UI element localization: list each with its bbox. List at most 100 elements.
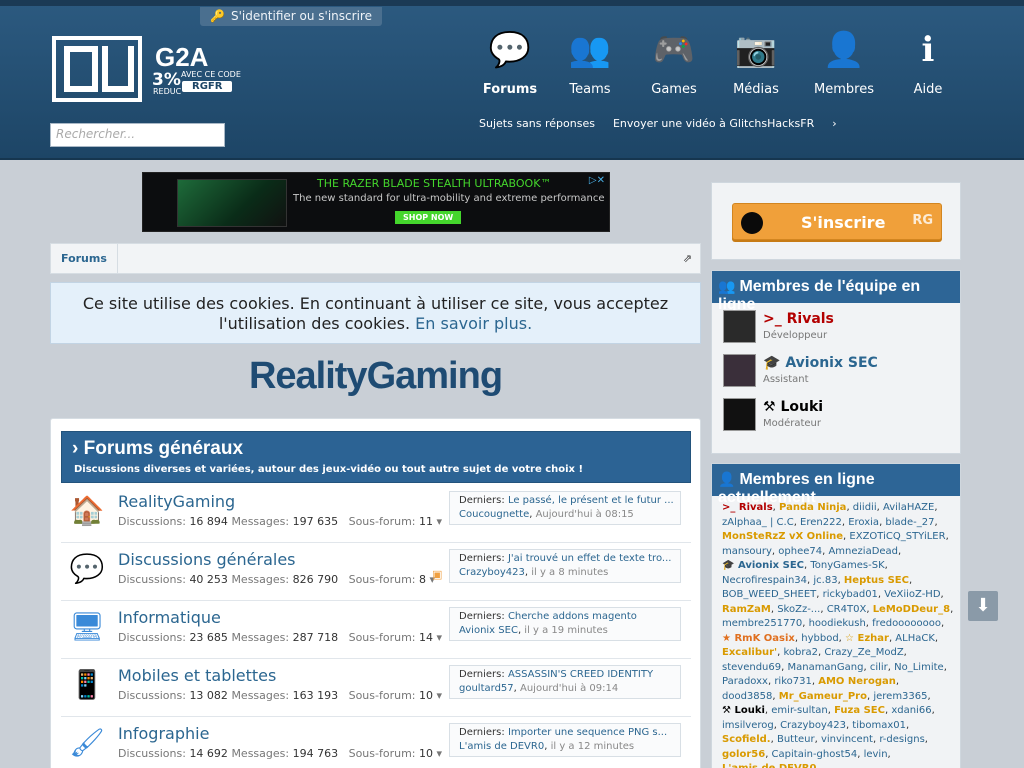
online-member[interactable]: CR4T0X	[827, 604, 867, 615]
online-member[interactable]: RamZaM	[722, 604, 771, 615]
subnav-unanswered[interactable]: Sujets sans réponses	[479, 117, 595, 130]
signup-button[interactable]: S'inscrire RG	[732, 203, 942, 240]
forum-name[interactable]: Mobiles et tablettes	[118, 666, 276, 685]
avatar[interactable]	[723, 398, 756, 431]
online-member[interactable]: stevendu69	[722, 662, 781, 673]
online-member[interactable]: rickybad01	[823, 589, 878, 600]
external-link-icon[interactable]: ⇗	[683, 252, 692, 265]
online-member[interactable]: AMO Nerogan	[818, 676, 896, 687]
caret-down-icon[interactable]: ▾	[437, 689, 443, 702]
forum-row[interactable]: 💬 Discussions générales Discussions: 40 25…	[61, 543, 691, 601]
ad-shop-button[interactable]: SHOP NOW	[395, 211, 462, 224]
search-input[interactable]: Rechercher...	[50, 123, 225, 147]
online-member[interactable]: ALHaCK	[895, 633, 935, 644]
online-member[interactable]: Ezhar	[857, 633, 888, 644]
staff-member[interactable]: >_ Rivals Développeur	[722, 309, 952, 349]
forum-name[interactable]: Informatique	[118, 608, 221, 627]
last-post-user[interactable]: Avionix SEC	[459, 625, 518, 636]
login-link[interactable]: 🔑 S'identifier ou s'inscrire	[200, 7, 382, 26]
online-member[interactable]: L'amis de DEVR0	[722, 763, 816, 768]
online-member[interactable]: SkoZz-...	[777, 604, 820, 615]
online-member[interactable]: MonSteRzZ vX Online	[722, 531, 843, 542]
online-member[interactable]: levin	[864, 749, 888, 760]
last-post-title[interactable]: Cherche addons magento	[508, 611, 637, 622]
last-post-user[interactable]: Coucougnette	[459, 509, 529, 520]
nav-medias[interactable]: 📷 Médias	[716, 26, 796, 97]
nav-membres[interactable]: 👤 Membres	[804, 26, 884, 97]
forum-name[interactable]: RealityGaming	[118, 492, 235, 511]
online-member[interactable]: Crazyboy423	[780, 720, 846, 731]
online-member[interactable]: Mr_Gameur_Pro	[779, 691, 867, 702]
online-member[interactable]: jerem3365	[873, 691, 927, 702]
online-member[interactable]: ophee74	[778, 546, 822, 557]
online-member[interactable]: Rivals	[739, 502, 773, 513]
online-member[interactable]: EXZOTiCQ_STYiLER	[849, 531, 945, 542]
online-member[interactable]: blade-_27	[885, 517, 934, 528]
online-member[interactable]: Scofield.	[722, 734, 771, 745]
forum-row[interactable]: 🖌 Infographie Discussions: 14 692 Messages…	[61, 717, 691, 768]
caret-down-icon[interactable]: ▾	[437, 747, 443, 760]
online-member[interactable]: jc.83	[813, 575, 837, 586]
staff-member[interactable]: 🎓 Avionix SEC Assistant	[722, 353, 952, 393]
online-member[interactable]: golor56	[722, 749, 765, 760]
nav-games[interactable]: 🎮 Games	[634, 26, 714, 97]
online-member[interactable]: Eroxia	[848, 517, 879, 528]
last-post-user[interactable]: L'amis de DEVR0	[459, 741, 544, 752]
caret-down-icon[interactable]: ▾	[437, 631, 443, 644]
rss-icon[interactable]: ▣	[432, 568, 442, 581]
cookie-more-link[interactable]: En savoir plus.	[415, 314, 532, 333]
forum-name[interactable]: Infographie	[118, 724, 209, 743]
last-post-title[interactable]: J'ai trouvé un effet de texte tro...	[508, 553, 672, 564]
online-member[interactable]: Paradoxx	[722, 676, 768, 687]
online-member[interactable]: vinvincent	[821, 734, 873, 745]
online-member[interactable]: zAlphaa_ | C.C	[722, 517, 794, 528]
last-post-title[interactable]: Importer une sequence PNG s...	[508, 727, 667, 738]
online-member[interactable]: Avionix SEC	[738, 560, 804, 571]
avatar[interactable]	[723, 310, 756, 343]
forum-name[interactable]: Discussions générales	[118, 550, 296, 569]
nav-teams[interactable]: 👥 Teams	[550, 26, 630, 97]
last-post-title[interactable]: ASSASSIN'S CREED IDENTITY	[508, 669, 653, 680]
online-member[interactable]: RmK Oasix	[734, 633, 794, 644]
nav-aide[interactable]: ℹ Aide	[888, 26, 968, 97]
forum-row[interactable]: 🏠 RealityGaming Discussions: 16 894 Messag…	[61, 485, 691, 543]
online-member[interactable]: Necrofirespain34	[722, 575, 807, 586]
subnav-send-video[interactable]: Envoyer une vidéo à GlitchsHacksFR	[613, 117, 814, 130]
online-member[interactable]: mansoury	[722, 546, 772, 557]
online-member[interactable]: kobra2	[783, 647, 818, 658]
online-member[interactable]: AvilaHAZE	[883, 502, 934, 513]
category-header[interactable]: › Forums généraux Discussions diverses e…	[61, 431, 691, 483]
last-post-user[interactable]: Crazyboy423	[459, 567, 525, 578]
online-member[interactable]: VeXiioZ-HD	[884, 589, 940, 600]
nav-forums[interactable]: 💬 Forums	[470, 26, 550, 97]
online-member[interactable]: TonyGames-SK	[810, 560, 884, 571]
last-post-user[interactable]: goultard57	[459, 683, 514, 694]
online-member[interactable]: Eren222	[800, 517, 842, 528]
online-member[interactable]: hybbod	[801, 633, 838, 644]
online-member[interactable]: imsilverog	[722, 720, 774, 731]
online-member[interactable]: dood3858	[722, 691, 772, 702]
caret-down-icon[interactable]: ▾	[437, 515, 443, 528]
online-member[interactable]: membre251770	[722, 618, 802, 629]
online-member[interactable]: Excalibur'	[722, 647, 777, 658]
forum-row[interactable]: 📱 Mobiles et tablettes Discussions: 13 082…	[61, 659, 691, 717]
breadcrumb-forums[interactable]: Forums	[61, 252, 107, 265]
avatar[interactable]	[723, 354, 756, 387]
staff-member[interactable]: ⚒ Louki Modérateur	[722, 397, 952, 437]
online-member[interactable]: LeMoDDeur_8	[873, 604, 950, 615]
ad-close-icon[interactable]: ▷✕	[589, 175, 605, 186]
online-member[interactable]: r-designs	[879, 734, 924, 745]
online-member[interactable]: No_Limite	[894, 662, 944, 673]
online-member[interactable]: emir-sultan	[771, 705, 827, 716]
chevron-right-icon[interactable]: ›	[832, 117, 836, 130]
online-member[interactable]: Fuza SEC	[834, 705, 885, 716]
online-member[interactable]: AmneziaDead	[828, 546, 898, 557]
online-member[interactable]: cilir	[870, 662, 888, 673]
g2a-logo[interactable]: G2A	[155, 42, 208, 73]
scroll-down-icon[interactable]: ⬇	[968, 591, 998, 621]
forum-row[interactable]: 🖥 Informatique Discussions: 23 685 Message…	[61, 601, 691, 659]
online-member[interactable]: diidii	[853, 502, 877, 513]
online-member[interactable]: Heptus SEC	[844, 575, 909, 586]
online-member[interactable]: riko731	[774, 676, 812, 687]
ad-banner[interactable]: THE RAZER BLADE STEALTH ULTRABOOK™ The n…	[142, 172, 610, 232]
